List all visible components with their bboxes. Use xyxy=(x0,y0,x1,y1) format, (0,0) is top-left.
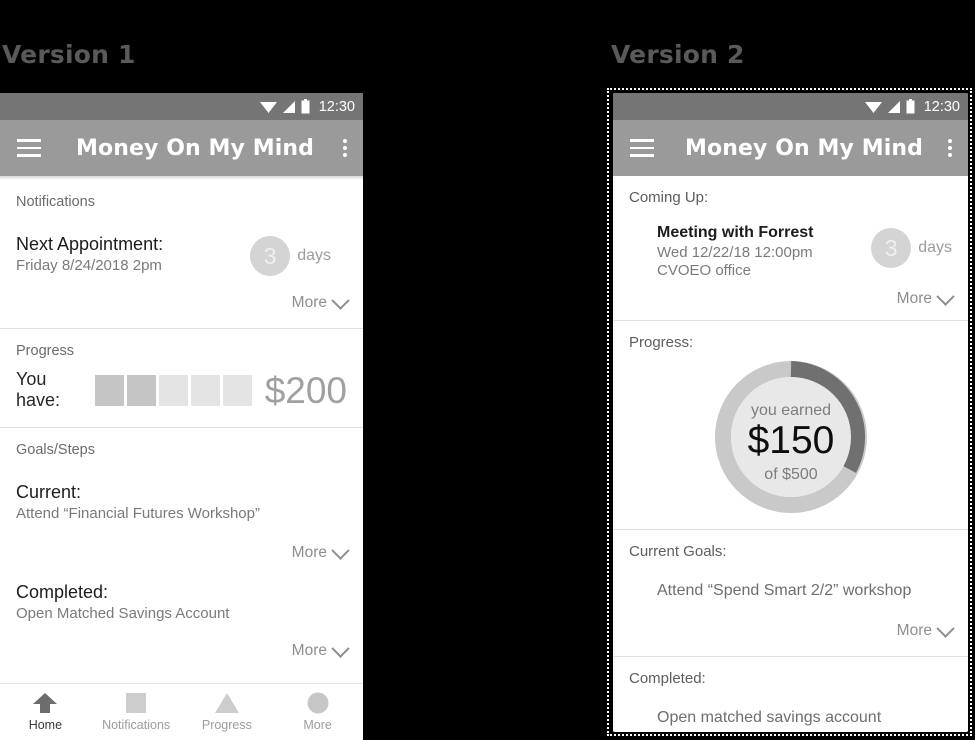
donut-svg: you earned $150 of $500 xyxy=(714,361,867,513)
progress-donut-chart: you earned $150 of $500 xyxy=(629,351,952,517)
more-label: More xyxy=(291,544,327,561)
section-label-completed: Completed: xyxy=(629,670,706,687)
more-label: More xyxy=(896,622,932,639)
section-label-goals: Goals/Steps xyxy=(16,442,95,458)
progress-segment xyxy=(158,374,188,406)
current-goal-more-button[interactable]: More xyxy=(16,540,350,562)
donut-caption: you earned xyxy=(750,402,830,419)
v2-progress-section: Progress: you earned $150 of $500 xyxy=(613,321,968,529)
nav-item-progress[interactable]: Progress xyxy=(182,684,273,740)
nav-label: Notifications xyxy=(102,718,171,732)
progress-segment xyxy=(94,374,124,406)
nav-label: Progress xyxy=(201,718,252,732)
v2-completed-section: Completed: Open matched savings account … xyxy=(613,657,968,732)
chevron-down-icon xyxy=(936,618,955,638)
progress-amount: $200 xyxy=(264,369,347,411)
app-title: Money On My Mind xyxy=(685,135,923,161)
donut-goal-amount: of $500 xyxy=(764,466,817,483)
completed-goal-value: Open matched savings account xyxy=(657,709,882,726)
version-2-caption: Version 2 xyxy=(611,40,745,69)
home-arrow-icon xyxy=(33,693,58,713)
screenshot-canvas: Version 1 Version 2 12:30 Money On My Mi… xyxy=(0,0,975,740)
completed-goal-more-button[interactable]: More xyxy=(16,638,350,660)
current-goals-more-button[interactable]: More xyxy=(629,618,955,650)
bottom-navigation-bar: Home Notifications Progress More xyxy=(0,683,363,740)
donut-earned-amount: $150 xyxy=(747,419,834,462)
v2-coming-up-section: Coming Up: Meeting with Forrest Wed 12/2… xyxy=(613,176,968,320)
nav-label: More xyxy=(303,718,332,732)
v1-progress-section: Progress You have: $200 xyxy=(0,329,363,427)
current-goal-title: Current: xyxy=(16,482,82,502)
more-label: More xyxy=(291,642,327,659)
status-bar-clock: 12:30 xyxy=(923,98,960,115)
status-bar-v1: 12:30 xyxy=(0,93,363,120)
version-1-phone-mockup: 12:30 Money On My Mind Notifications Nex… xyxy=(0,93,363,740)
days-unit: days xyxy=(918,239,952,256)
v1-content: Notifications Next Appointment: Friday 8… xyxy=(0,180,363,660)
chevron-down-icon xyxy=(936,286,955,306)
progress-segments xyxy=(94,374,252,406)
chevron-down-icon xyxy=(331,638,350,658)
progress-segment xyxy=(222,374,252,406)
section-label-progress: Progress: xyxy=(629,334,694,351)
kebab-menu-icon[interactable] xyxy=(343,139,347,157)
progress-prefix: You have: xyxy=(16,369,61,410)
section-label-notifications: Notifications xyxy=(16,194,95,210)
battery-icon xyxy=(906,99,915,114)
progress-segment xyxy=(126,374,156,406)
square-icon xyxy=(126,693,147,713)
app-title: Money On My Mind xyxy=(76,135,314,161)
more-label: More xyxy=(896,290,932,307)
notifications-more-button[interactable]: More xyxy=(16,290,350,324)
kebab-menu-icon[interactable] xyxy=(948,139,952,157)
progress-row: You have: $200 xyxy=(16,369,347,411)
nav-item-notifications[interactable]: Notifications xyxy=(91,684,182,740)
days-unit: days xyxy=(297,247,331,264)
completed-goal-value: Open Matched Savings Account xyxy=(16,605,230,622)
section-label-progress: Progress xyxy=(16,343,75,359)
app-bar-v1: Money On My Mind xyxy=(0,120,363,176)
status-bar-clock: 12:30 xyxy=(318,98,355,115)
wifi-icon xyxy=(259,101,277,113)
nav-item-more[interactable]: More xyxy=(272,684,363,740)
days-count: 3 xyxy=(871,228,912,268)
triangle-icon xyxy=(214,693,239,713)
days-badge: 3 days xyxy=(871,228,952,268)
completed-goal-title: Completed: xyxy=(16,582,109,602)
v2-content: Coming Up: Meeting with Forrest Wed 12/2… xyxy=(613,176,968,732)
progress-segment xyxy=(190,374,220,406)
signal-icon xyxy=(887,100,900,113)
chevron-down-icon xyxy=(331,540,350,560)
section-label-coming-up: Coming Up: xyxy=(629,189,709,206)
current-goal-value: Attend “Spend Smart 2/2” workshop xyxy=(657,582,912,599)
status-bar-v2: 12:30 xyxy=(613,93,968,120)
nav-item-home[interactable]: Home xyxy=(0,684,91,740)
section-label-current-goals: Current Goals: xyxy=(629,543,727,560)
version-1-caption: Version 1 xyxy=(2,40,136,69)
v1-goals-section: Goals/Steps Current: Attend “Financial F… xyxy=(0,428,363,660)
signal-icon xyxy=(282,100,295,113)
app-bar-v2: Money On My Mind xyxy=(613,120,968,176)
wifi-icon xyxy=(864,101,882,113)
more-label: More xyxy=(291,294,327,311)
v1-notifications-section: Notifications Next Appointment: Friday 8… xyxy=(0,180,363,328)
chevron-down-icon xyxy=(331,290,350,310)
coming-up-more-button[interactable]: More xyxy=(629,286,955,320)
v2-current-goals-section: Current Goals: Attend “Spend Smart 2/2” … xyxy=(613,530,968,656)
nav-label: Home xyxy=(28,718,63,732)
battery-icon xyxy=(301,99,310,114)
days-count: 3 xyxy=(250,236,291,276)
version-2-phone-mockup: 12:30 Money On My Mind Coming Up: Meetin… xyxy=(613,93,968,732)
days-badge: 3 days xyxy=(250,236,331,276)
current-goal-value: Attend “Financial Futures Workshop” xyxy=(16,505,260,522)
circle-icon xyxy=(307,692,329,714)
